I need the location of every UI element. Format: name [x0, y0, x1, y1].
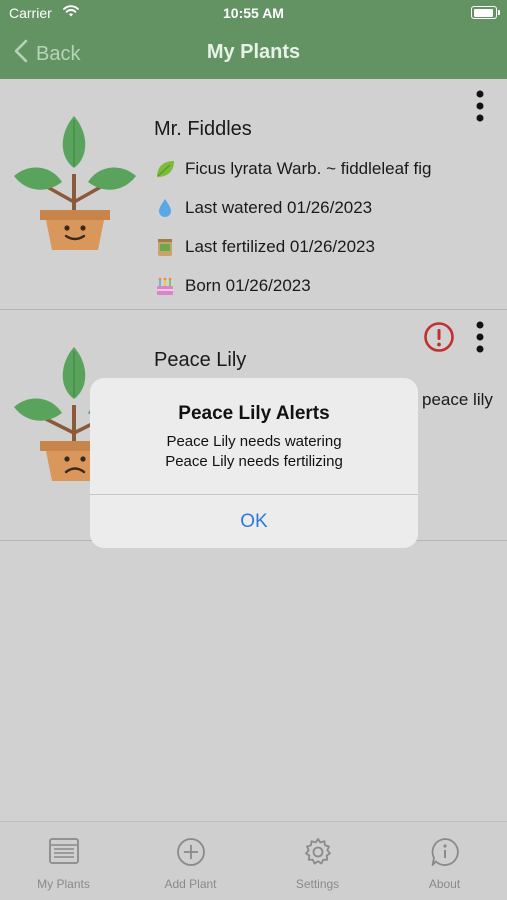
tab-label: My Plants	[37, 877, 90, 891]
tab-my-plants[interactable]: My Plants	[0, 822, 127, 900]
tab-add-plant[interactable]: Add Plant	[127, 822, 254, 900]
status-bar: Carrier 10:55 AM	[0, 0, 507, 27]
alert-message-line: Peace Lily needs watering	[166, 433, 342, 450]
status-time: 10:55 AM	[223, 5, 284, 21]
list-icon	[48, 836, 80, 868]
alert-message-line: Peace Lily needs fertilizing	[165, 453, 343, 470]
info-icon	[429, 836, 461, 868]
tab-settings[interactable]: Settings	[254, 822, 381, 900]
battery-icon	[471, 6, 500, 19]
ok-button[interactable]: OK	[90, 495, 418, 548]
tab-label: About	[428, 877, 461, 891]
tab-about[interactable]: About	[381, 822, 507, 900]
tab-label: Add Plant	[164, 877, 217, 891]
navigation-bar: Back My Plants	[0, 27, 507, 79]
plus-circle-icon	[175, 836, 207, 868]
tab-label: Settings	[295, 877, 340, 891]
tab-bar: My Plants Add Plant Settings About	[0, 821, 507, 900]
gear-icon	[302, 836, 334, 868]
alert-dialog: Peace Lily Alerts Peace Lily needs water…	[90, 378, 418, 548]
alert-message: Peace Lily needs watering Peace Lily nee…	[90, 432, 418, 472]
page-title: My Plants	[206, 41, 301, 63]
alert-title: Peace Lily Alerts	[178, 403, 330, 424]
